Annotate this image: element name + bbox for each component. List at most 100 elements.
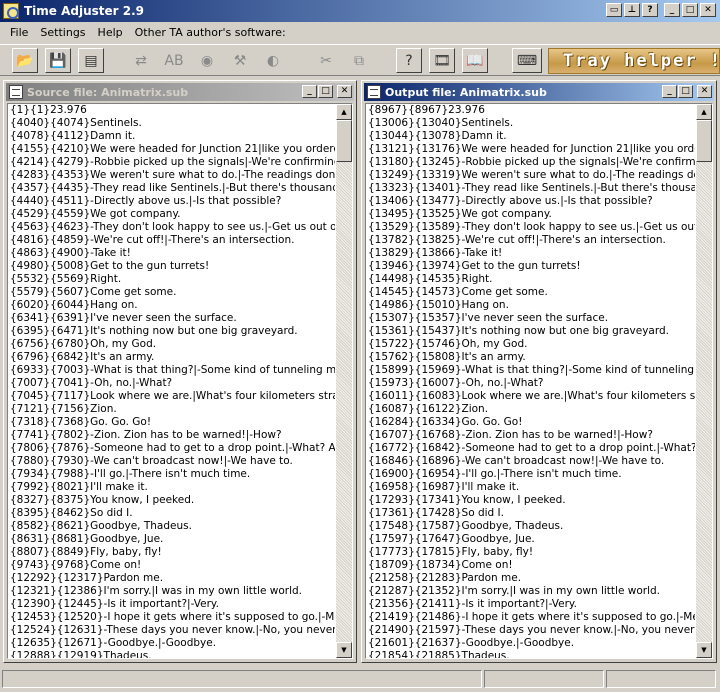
merge-icon[interactable]: ⧉ xyxy=(346,48,372,73)
minimize-button[interactable]: _ xyxy=(664,3,680,17)
subtitle-line: {13782}{13825}-We're cut off!|-There's a… xyxy=(368,234,666,246)
scroll-thumb[interactable] xyxy=(696,120,712,162)
output-maximize-button[interactable]: □ xyxy=(678,85,693,98)
output-minimize-button[interactable]: _ xyxy=(662,85,677,98)
close-button[interactable]: ✕ xyxy=(700,3,716,17)
subtitle-line: {21258}{21283}Pardon me. xyxy=(368,572,522,584)
subtitle-line: {18709}{18734}Come on! xyxy=(368,559,513,571)
source-close-button[interactable]: ✕ xyxy=(337,85,352,98)
subtitle-line: {15899}{15969}-What is that thing?|-Some… xyxy=(368,364,695,376)
subtitle-line: {16011}{16083}Look where we are.|What's … xyxy=(368,390,695,402)
help-icon[interactable]: ? xyxy=(642,3,658,17)
subtitle-line: {13249}{13319}We weren't sure what to do… xyxy=(368,169,695,181)
cut-icon[interactable]: ✂ xyxy=(313,48,339,73)
subtitle-line: {8395}{8462}So did I. xyxy=(10,507,133,519)
text-ab-icon[interactable]: AB xyxy=(161,48,187,73)
subtitle-line: {4040}{4074}Sentinels. xyxy=(10,117,142,129)
subtitle-line: {13495}{13525}We got company. xyxy=(368,208,552,220)
source-pane-title: Source file: Animatrix.sub xyxy=(27,85,189,99)
frame-icon[interactable]: ◉ xyxy=(194,48,220,73)
subtitle-line: {13946}{13974}Get to the gun turrets! xyxy=(368,260,581,272)
toolbar: 📂 💾 ▤ ⇄ AB ◉ ⚒ ◐ ✂ ⧉ ? 🎞 📖 ⌨ Tray helper… xyxy=(0,44,720,76)
window-title: Time Adjuster 2.9 xyxy=(24,4,145,18)
subtitle-line: {16772}{16842}-Someone had to get to a d… xyxy=(368,442,695,454)
subtitle-line: {15762}{15808}It's an army. xyxy=(368,351,526,363)
subtitle-line: {13006}{13040}Sentinels. xyxy=(368,117,514,129)
subtitle-line: {8967}{8967}23.976 xyxy=(368,104,485,116)
subtitle-line: {13829}{13866}-Take it! xyxy=(368,247,503,259)
subtitle-line: {16958}{16987}I'll make it. xyxy=(368,481,520,493)
save-icon[interactable]: 💾 xyxy=(45,48,71,73)
pin-icon[interactable]: ⊥ xyxy=(624,3,640,17)
source-text-area[interactable]: {1}{1}23.976 {4040}{4074}Sentinels. {4078}… xyxy=(7,103,353,659)
subtitle-line: {13323}{13401}-They read like Sentinels.… xyxy=(368,182,695,194)
subtitle-line: {7045}{7117}Look where we are.|What's fo… xyxy=(10,390,335,402)
source-maximize-button[interactable]: □ xyxy=(318,85,333,98)
app-icon[interactable] xyxy=(3,3,19,19)
help-question-icon[interactable]: ? xyxy=(396,48,422,73)
menu-settings[interactable]: Settings xyxy=(34,26,91,39)
source-lines: {1}{1}23.976 {4040}{4074}Sentinels. {4078}… xyxy=(10,104,335,658)
subtitle-line: {12524}{12631}-These days you never know… xyxy=(10,624,335,636)
avi-fps-icon[interactable]: ◐ xyxy=(260,48,286,73)
scroll-up-icon[interactable]: ▲ xyxy=(336,104,352,120)
maximize-button[interactable]: □ xyxy=(682,3,698,17)
subtitle-line: {8631}{8681}Goodbye, Jue. xyxy=(10,533,164,545)
subtitle-line: {4529}{4559}We got company. xyxy=(10,208,181,220)
output-lines: {8967}{8967}23.976 {13006}{13040}Sentinel… xyxy=(368,104,695,658)
source-pane-titlebar: Source file: Animatrix.sub _ □ ✕ xyxy=(6,83,354,101)
open-folder-icon[interactable]: 📂 xyxy=(12,48,38,73)
subtitle-line: {12453}{12520}-I hope it gets where it's… xyxy=(10,611,335,623)
subtitle-line: {17548}{17587}Goodbye, Thadeus. xyxy=(368,520,564,532)
status-panel-main xyxy=(2,670,482,688)
subtitle-line: {6756}{6780}Oh, my God. xyxy=(10,338,157,350)
scroll-down-icon[interactable]: ▼ xyxy=(336,642,352,658)
subtitle-line: {12635}{12671}-Goodbye.|-Goodbye. xyxy=(10,637,217,649)
document-icon xyxy=(367,85,381,99)
subtitle-line: {5579}{5607}Come get some. xyxy=(10,286,177,298)
subtitle-line: {21601}{21637}-Goodbye.|-Goodbye. xyxy=(368,637,575,649)
subtitle-line: {16087}{16122}Zion. xyxy=(368,403,489,415)
status-panel-2 xyxy=(484,670,604,688)
scroll-up-icon[interactable]: ▲ xyxy=(696,104,712,120)
output-text-area[interactable]: {8967}{8967}23.976 {13006}{13040}Sentinel… xyxy=(365,103,713,659)
scroll-thumb[interactable] xyxy=(336,120,352,162)
subtitle-line: {16900}{16954}-I'll go.|-There isn't muc… xyxy=(368,468,622,480)
scroll-down-icon[interactable]: ▼ xyxy=(696,642,712,658)
book-icon[interactable]: 📖 xyxy=(462,48,488,73)
subtitle-line: {4440}{4511}-Directly above us.|-Is that… xyxy=(10,195,282,207)
window-layout-icon[interactable]: ▭ xyxy=(606,3,622,17)
subtitle-line: {4155}{4210}We were headed for Junction … xyxy=(10,143,335,155)
tool-icon[interactable]: ⚒ xyxy=(227,48,253,73)
menu-help[interactable]: Help xyxy=(92,26,129,39)
subtitle-line: {7318}{7368}Go. Go. Go! xyxy=(10,416,152,428)
subtitle-line: {4283}{4353}We weren't sure what to do.|… xyxy=(10,169,335,181)
save-all-icon[interactable]: ▤ xyxy=(78,48,104,73)
film-question-icon[interactable]: 🎞 xyxy=(429,48,455,73)
output-pane: Output file: Animatrix.sub _ □ ✕ {8967}{… xyxy=(361,80,717,663)
subtitle-line: {6933}{7003}-What is that thing?|-Some k… xyxy=(10,364,335,376)
output-scrollbar[interactable]: ▲ ▼ xyxy=(696,104,712,658)
keyboard-icon[interactable]: ⌨ xyxy=(512,48,542,73)
menu-file[interactable]: File xyxy=(4,26,34,39)
subtitle-line: {1}{1}23.976 xyxy=(10,104,87,116)
source-pane: Source file: Animatrix.sub _ □ ✕ {1}{1}2… xyxy=(3,80,357,663)
source-minimize-button[interactable]: _ xyxy=(302,85,317,98)
subtitle-line: {4980}{5008}Get to the gun turrets! xyxy=(10,260,210,272)
tray-helper-button[interactable]: Tray helper ! xyxy=(548,48,720,74)
subtitle-line: {4863}{4900}-Take it! xyxy=(10,247,131,259)
subtitle-line: {21356}{21411}-Is it important?|-Very. xyxy=(368,598,577,610)
subtitle-line: {7992}{8021}I'll make it. xyxy=(10,481,148,493)
source-scrollbar[interactable]: ▲ ▼ xyxy=(336,104,352,658)
subtitle-line: {15722}{15746}Oh, my God. xyxy=(368,338,528,350)
subtitle-line: {13529}{13589}-They don't look happy to … xyxy=(368,221,695,233)
subtitle-line: {15361}{15437}It's nothing now but one b… xyxy=(368,325,669,337)
output-close-button[interactable]: ✕ xyxy=(697,85,712,98)
subtitle-line: {15973}{16007}-Oh, no.|-What? xyxy=(368,377,544,389)
subtitle-line: {17293}{17341}You know, I peeked. xyxy=(368,494,566,506)
subtitle-line: {17361}{17428}So did I. xyxy=(368,507,504,519)
subtitle-line: {7741}{7802}-Zion. Zion has to be warned… xyxy=(10,429,282,441)
subtitle-line: {12888}{12919}Thadeus. xyxy=(10,650,152,658)
menu-other-software[interactable]: Other TA author's software: xyxy=(129,26,292,39)
shift-time-icon[interactable]: ⇄ xyxy=(128,48,154,73)
